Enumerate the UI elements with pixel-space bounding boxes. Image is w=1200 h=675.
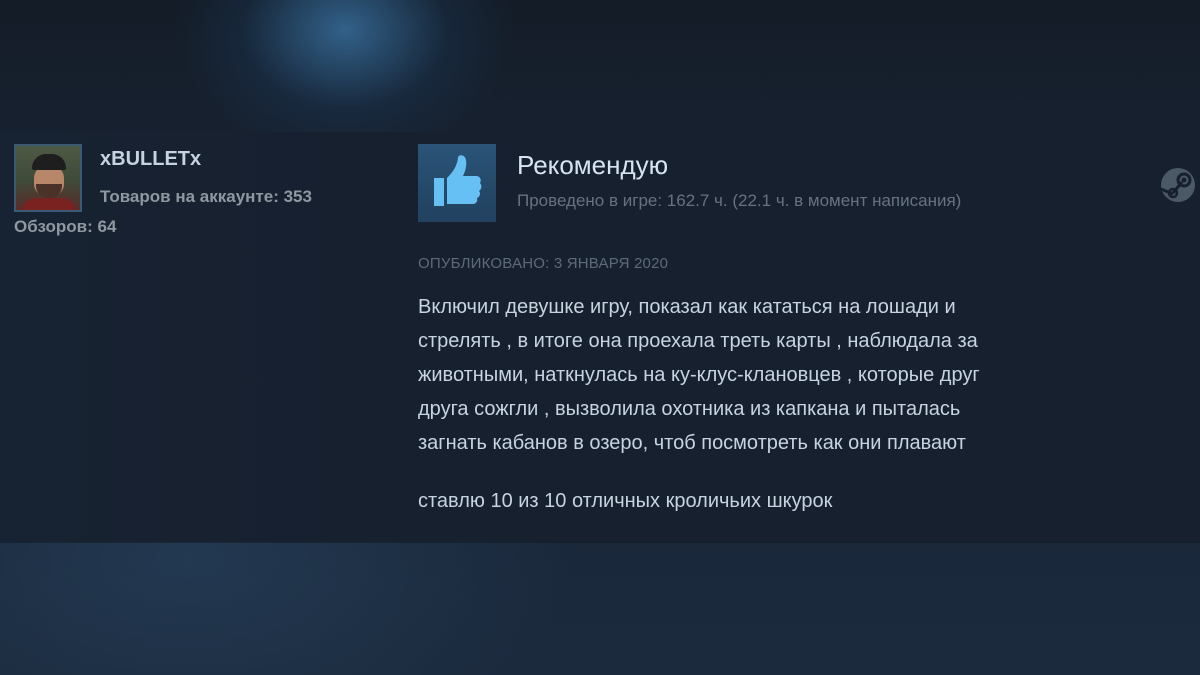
review-line: загнать кабанов в озеро, чтоб посмотреть… xyxy=(418,432,966,454)
reviews-count[interactable]: Обзоров: 64 xyxy=(14,217,116,237)
verdict-title[interactable]: Рекомендую xyxy=(517,150,668,181)
username-link[interactable]: xBULLETx xyxy=(100,148,201,171)
thumbs-up-icon[interactable] xyxy=(418,144,496,222)
review-line: друга сожгли , вызволила охотника из кап… xyxy=(418,398,961,420)
review-line: животными, наткнулась на ку-клус-клановц… xyxy=(418,364,980,386)
steam-icon xyxy=(1158,165,1198,205)
review-line: Включил девушке игру, показал как катать… xyxy=(418,296,956,318)
review-body: Включил девушке игру, показал как катать… xyxy=(418,290,1158,460)
products-count[interactable]: Товаров на аккаунте: 353 xyxy=(100,187,312,207)
review-closing: ставлю 10 из 10 отличных кроличьих шкуро… xyxy=(418,490,833,512)
hours-played: Проведено в игре: 162.7 ч. (22.1 ч. в мо… xyxy=(517,191,962,210)
avatar[interactable] xyxy=(14,144,82,212)
review-line: стрелять , в итоге она проехала треть ка… xyxy=(418,330,978,352)
posted-date: ОПУБЛИКОВАНО: 3 ЯНВАРЯ 2020 xyxy=(418,255,669,272)
